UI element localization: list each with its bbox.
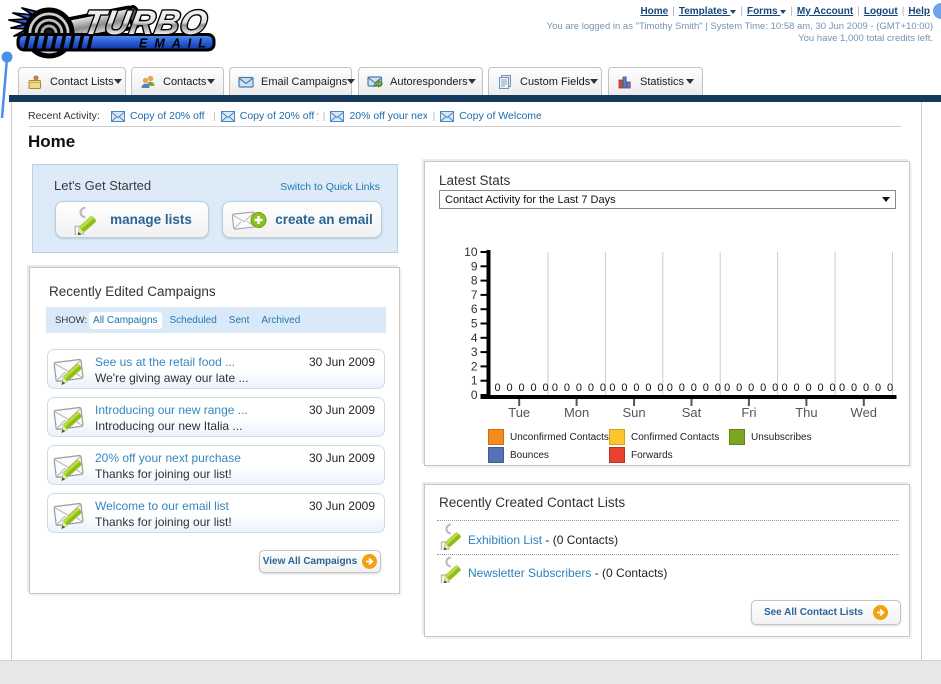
svg-text:0: 0	[633, 382, 639, 394]
svg-text:Sat: Sat	[682, 405, 702, 420]
svg-text:6: 6	[471, 302, 478, 316]
svg-text:TURBO: TURBO	[81, 4, 211, 42]
svg-text:0: 0	[794, 382, 800, 394]
svg-text:0: 0	[703, 382, 709, 394]
svg-text:9: 9	[471, 259, 478, 273]
svg-text:0: 0	[667, 382, 673, 394]
svg-text:0: 0	[736, 382, 742, 394]
svg-text:0: 0	[715, 382, 721, 394]
svg-text:0: 0	[887, 382, 893, 394]
svg-text:0: 0	[830, 382, 836, 394]
svg-text:1: 1	[471, 374, 478, 388]
svg-text:0: 0	[530, 382, 536, 394]
svg-text:10: 10	[464, 245, 478, 259]
svg-text:Sun: Sun	[623, 405, 646, 420]
svg-text:Mon: Mon	[564, 405, 589, 420]
svg-text:2: 2	[471, 359, 478, 373]
svg-text:4: 4	[471, 331, 478, 345]
svg-text:0: 0	[772, 382, 778, 394]
svg-text:0: 0	[542, 382, 548, 394]
svg-text:5: 5	[471, 317, 478, 331]
svg-text:0: 0	[506, 382, 512, 394]
svg-text:Tue: Tue	[508, 405, 530, 420]
svg-text:0: 0	[518, 382, 524, 394]
svg-text:3: 3	[471, 345, 478, 359]
svg-text:0: 0	[863, 382, 869, 394]
svg-text:Wed: Wed	[851, 405, 878, 420]
svg-text:0: 0	[609, 382, 615, 394]
svg-text:0: 0	[600, 382, 606, 394]
svg-text:0: 0	[760, 382, 766, 394]
svg-text:0: 0	[782, 382, 788, 394]
svg-text:0: 0	[691, 382, 697, 394]
svg-text:0: 0	[657, 382, 663, 394]
svg-text:0: 0	[839, 382, 845, 394]
svg-text:7: 7	[471, 288, 478, 302]
svg-text:0: 0	[552, 382, 558, 394]
svg-text:0: 0	[588, 382, 594, 394]
svg-text:Thu: Thu	[795, 405, 817, 420]
svg-text:0: 0	[471, 388, 478, 402]
svg-text:0: 0	[851, 382, 857, 394]
svg-text:0: 0	[621, 382, 627, 394]
svg-text:8: 8	[471, 274, 478, 288]
svg-text:Fri: Fri	[741, 405, 756, 420]
svg-text:0: 0	[494, 382, 500, 394]
svg-text:0: 0	[724, 382, 730, 394]
svg-text:0: 0	[748, 382, 754, 394]
svg-text:0: 0	[645, 382, 651, 394]
svg-text:0: 0	[564, 382, 570, 394]
svg-text:0: 0	[818, 382, 824, 394]
svg-text:0: 0	[576, 382, 582, 394]
svg-text:0: 0	[875, 382, 881, 394]
svg-text:0: 0	[679, 382, 685, 394]
svg-text:0: 0	[806, 382, 812, 394]
